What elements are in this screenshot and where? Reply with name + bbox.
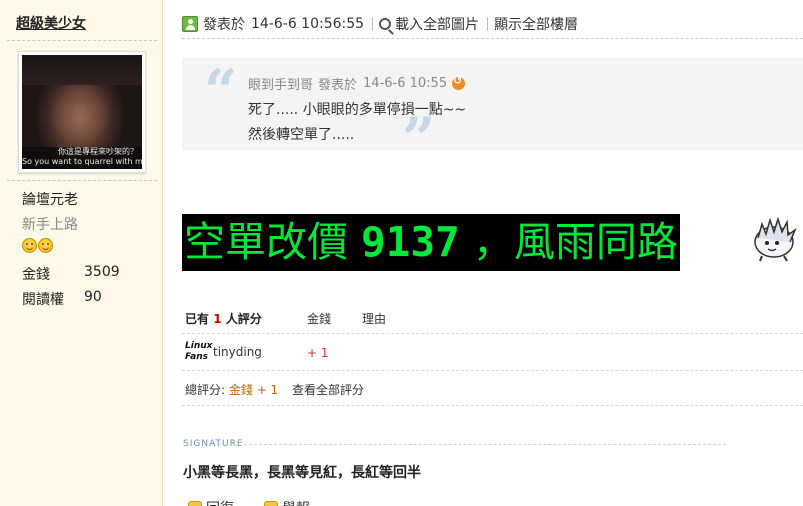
view-all-ratings-link[interactable]: 查看全部評分: [292, 383, 364, 397]
highlighted-message: 空單改價 9137 ，風雨同路: [182, 214, 680, 271]
rating-col-reason: 理由: [362, 312, 387, 326]
rating-col-money: 金錢: [307, 312, 332, 326]
reply-button[interactable]: 回復: [188, 498, 234, 506]
avatar[interactable]: 你這是專程來吵架的？ So you want to quarrel with m…: [18, 51, 146, 173]
rating-count: 1: [213, 312, 222, 326]
reply-icon: [188, 501, 202, 506]
show-all-floors-link[interactable]: 顯示全部樓層: [494, 14, 578, 34]
posted-time: 14-6-6 10:56:55: [251, 16, 365, 32]
quote-block: “ ” 眼到手到哥 發表於 14-6-6 10:55 死了..... 小眼眼的多…: [182, 57, 803, 168]
author-name-link[interactable]: 超級美少女: [16, 13, 86, 33]
divider: [487, 17, 489, 31]
open-quote-icon: “: [204, 57, 238, 125]
posted-label: 發表於: [203, 17, 245, 33]
user-rank: 論壇元老: [22, 192, 78, 208]
quote-time: 14-6-6 10:55: [363, 76, 448, 91]
divider: [182, 38, 803, 39]
quote-line: 死了..... 小眼眼的多單停損一點~~: [248, 102, 467, 118]
divider: [7, 40, 157, 41]
avatar-caption: 你這是專程來吵架的？ So you want to quarrel with m…: [22, 147, 142, 169]
quote-author: 眼到手到哥: [248, 78, 314, 93]
rater-avatar[interactable]: Linux Fans: [185, 341, 212, 363]
signature-text: 小黑等長黑，長黑等見紅，長紅等回半: [183, 465, 421, 481]
divider: [182, 370, 803, 371]
quote-meta: 眼到手到哥 發表於 14-6-6 10:55: [248, 74, 466, 93]
load-all-images-link[interactable]: 載入全部圖片: [395, 14, 479, 34]
user-group: 新手上路: [22, 217, 78, 233]
stat-read-permission: 閱讀權 90: [22, 289, 102, 308]
quote-line: 然後轉空單了.....: [248, 127, 355, 143]
rater-name-link[interactable]: tinyding: [213, 345, 262, 359]
search-icon: [379, 18, 392, 30]
online-user-icon: [182, 16, 198, 32]
divider: [7, 180, 157, 181]
report-icon: [264, 501, 278, 506]
jump-to-post-icon[interactable]: [452, 74, 466, 90]
rater-value: + 1: [307, 346, 329, 360]
divider: [372, 17, 374, 31]
divider: [244, 444, 726, 445]
rating-header: 已有 1 人評分: [185, 312, 262, 326]
author-sidebar: 超級美少女 你這是專程來吵架的？ So you want to quarrel …: [0, 0, 163, 506]
stat-money: 金錢 3509: [22, 264, 120, 283]
rating-total-amount: 金錢 + 1: [228, 383, 279, 397]
rating-total: 總評分: 金錢 + 1 查看全部評分: [185, 383, 365, 397]
divider: [182, 405, 803, 406]
rank-stars: [22, 238, 53, 253]
post-content: 發表於 14-6-6 10:56:55 載入全部圖片 顯示全部樓層 “ ” 眼到…: [164, 0, 803, 506]
signature-label: SIGNATURE: [183, 439, 244, 449]
smiley-icon: [38, 238, 53, 253]
post-actions: 回復 舉報: [188, 498, 310, 506]
report-button[interactable]: 舉報: [264, 498, 310, 506]
divider: [182, 333, 803, 334]
hedgehog-emoticon-icon: [754, 216, 797, 262]
smiley-icon: [22, 238, 37, 253]
post-header: 發表於 14-6-6 10:56:55 載入全部圖片 顯示全部樓層: [182, 14, 578, 34]
avatar-image: 你這是專程來吵架的？ So you want to quarrel with m…: [22, 55, 142, 169]
